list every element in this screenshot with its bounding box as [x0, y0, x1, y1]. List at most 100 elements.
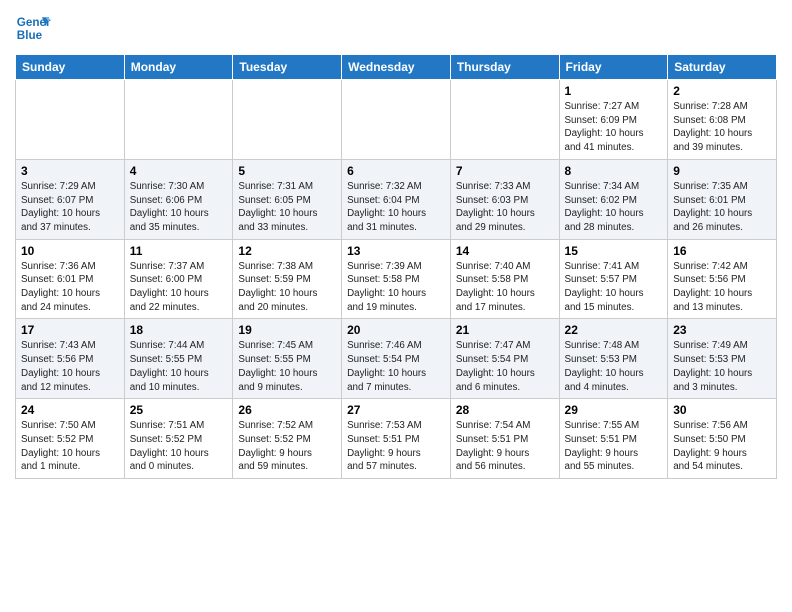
calendar-cell: 16 Sunrise: 7:42 AM Sunset: 5:56 PM Dayli… — [668, 239, 777, 319]
day-info: Sunrise: 7:40 AM Sunset: 5:58 PM Dayligh… — [456, 260, 554, 315]
calendar-week-row: 17 Sunrise: 7:43 AM Sunset: 5:56 PM Dayli… — [16, 319, 777, 399]
calendar-cell — [16, 80, 125, 160]
day-info: Sunrise: 7:30 AM Sunset: 6:06 PM Dayligh… — [130, 180, 228, 235]
day-info: Sunrise: 7:29 AM Sunset: 6:07 PM Dayligh… — [21, 180, 119, 235]
day-number: 17 — [21, 323, 119, 337]
calendar-cell: 11 Sunrise: 7:37 AM Sunset: 6:00 PM Dayli… — [124, 239, 233, 319]
calendar-cell: 10Sunrise: 7:36 AM Sunset: 6:01 PM Dayli… — [16, 239, 125, 319]
day-number: 18 — [130, 323, 228, 337]
day-info: Sunrise: 7:52 AM Sunset: 5:52 PM Dayligh… — [238, 419, 336, 474]
day-info: Sunrise: 7:47 AM Sunset: 5:54 PM Dayligh… — [456, 339, 554, 394]
calendar-cell: 9 Sunrise: 7:35 AM Sunset: 6:01 PM Daylig… — [668, 159, 777, 239]
day-number: 22 — [565, 323, 663, 337]
calendar-cell: 22 Sunrise: 7:48 AM Sunset: 5:53 PM Dayli… — [559, 319, 668, 399]
day-number: 15 — [565, 244, 663, 258]
day-number: 29 — [565, 403, 663, 417]
day-info: Sunrise: 7:43 AM Sunset: 5:56 PM Dayligh… — [21, 339, 119, 394]
day-number: 26 — [238, 403, 336, 417]
day-number: 24 — [21, 403, 119, 417]
day-number: 27 — [347, 403, 445, 417]
day-number: 11 — [130, 244, 228, 258]
weekday-header-row: SundayMondayTuesdayWednesdayThursdayFrid… — [16, 55, 777, 80]
day-info: Sunrise: 7:27 AM Sunset: 6:09 PM Dayligh… — [565, 100, 663, 155]
day-info: Sunrise: 7:44 AM Sunset: 5:55 PM Dayligh… — [130, 339, 228, 394]
day-info: Sunrise: 7:56 AM Sunset: 5:50 PM Dayligh… — [673, 419, 771, 474]
calendar-cell: 6 Sunrise: 7:32 AM Sunset: 6:04 PM Daylig… — [342, 159, 451, 239]
day-number: 23 — [673, 323, 771, 337]
calendar-week-row: 24Sunrise: 7:50 AM Sunset: 5:52 PM Dayli… — [16, 399, 777, 479]
weekday-header-monday: Monday — [124, 55, 233, 80]
day-info: Sunrise: 7:38 AM Sunset: 5:59 PM Dayligh… — [238, 260, 336, 315]
calendar-cell: 24Sunrise: 7:50 AM Sunset: 5:52 PM Dayli… — [16, 399, 125, 479]
day-number: 3 — [21, 164, 119, 178]
day-info: Sunrise: 7:53 AM Sunset: 5:51 PM Dayligh… — [347, 419, 445, 474]
calendar-cell: 23 Sunrise: 7:49 AM Sunset: 5:53 PM Dayli… — [668, 319, 777, 399]
calendar-cell: 4 Sunrise: 7:30 AM Sunset: 6:06 PM Daylig… — [124, 159, 233, 239]
calendar-cell: 27 Sunrise: 7:53 AM Sunset: 5:51 PM Dayli… — [342, 399, 451, 479]
day-info: Sunrise: 7:48 AM Sunset: 5:53 PM Dayligh… — [565, 339, 663, 394]
weekday-header-tuesday: Tuesday — [233, 55, 342, 80]
day-info: Sunrise: 7:28 AM Sunset: 6:08 PM Dayligh… — [673, 100, 771, 155]
weekday-header-friday: Friday — [559, 55, 668, 80]
calendar-week-row: 3 Sunrise: 7:29 AM Sunset: 6:07 PM Daylig… — [16, 159, 777, 239]
calendar-cell: 2 Sunrise: 7:28 AM Sunset: 6:08 PM Daylig… — [668, 80, 777, 160]
calendar-cell: 30 Sunrise: 7:56 AM Sunset: 5:50 PM Dayli… — [668, 399, 777, 479]
day-number: 4 — [130, 164, 228, 178]
calendar-cell: 3 Sunrise: 7:29 AM Sunset: 6:07 PM Daylig… — [16, 159, 125, 239]
calendar-cell: 20Sunrise: 7:46 AM Sunset: 5:54 PM Dayli… — [342, 319, 451, 399]
day-info: Sunrise: 7:39 AM Sunset: 5:58 PM Dayligh… — [347, 260, 445, 315]
day-info: Sunrise: 7:54 AM Sunset: 5:51 PM Dayligh… — [456, 419, 554, 474]
day-number: 21 — [456, 323, 554, 337]
calendar-cell — [124, 80, 233, 160]
day-number: 2 — [673, 84, 771, 98]
calendar-cell: 18 Sunrise: 7:44 AM Sunset: 5:55 PM Dayli… — [124, 319, 233, 399]
day-info: Sunrise: 7:51 AM Sunset: 5:52 PM Dayligh… — [130, 419, 228, 474]
day-info: Sunrise: 7:32 AM Sunset: 6:04 PM Dayligh… — [347, 180, 445, 235]
calendar-cell: 1 Sunrise: 7:27 AM Sunset: 6:09 PM Daylig… — [559, 80, 668, 160]
day-number: 14 — [456, 244, 554, 258]
calendar-cell: 8Sunrise: 7:34 AM Sunset: 6:02 PM Daylig… — [559, 159, 668, 239]
calendar-table: SundayMondayTuesdayWednesdayThursdayFrid… — [15, 54, 777, 479]
day-info: Sunrise: 7:35 AM Sunset: 6:01 PM Dayligh… — [673, 180, 771, 235]
calendar-cell: 19 Sunrise: 7:45 AM Sunset: 5:55 PM Dayli… — [233, 319, 342, 399]
calendar-cell: 15Sunrise: 7:41 AM Sunset: 5:57 PM Dayli… — [559, 239, 668, 319]
calendar-cell: 7 Sunrise: 7:33 AM Sunset: 6:03 PM Daylig… — [450, 159, 559, 239]
calendar-cell: 28 Sunrise: 7:54 AM Sunset: 5:51 PM Dayli… — [450, 399, 559, 479]
day-number: 12 — [238, 244, 336, 258]
day-info: Sunrise: 7:36 AM Sunset: 6:01 PM Dayligh… — [21, 260, 119, 315]
calendar-cell — [450, 80, 559, 160]
calendar-cell: 21 Sunrise: 7:47 AM Sunset: 5:54 PM Dayli… — [450, 319, 559, 399]
logo: General Blue — [15, 10, 51, 46]
page: General Blue SundayMondayTuesdayWednesda… — [0, 0, 792, 489]
day-number: 7 — [456, 164, 554, 178]
calendar-cell — [342, 80, 451, 160]
day-number: 30 — [673, 403, 771, 417]
day-number: 9 — [673, 164, 771, 178]
day-info: Sunrise: 7:34 AM Sunset: 6:02 PM Dayligh… — [565, 180, 663, 235]
weekday-header-saturday: Saturday — [668, 55, 777, 80]
calendar-week-row: 1 Sunrise: 7:27 AM Sunset: 6:09 PM Daylig… — [16, 80, 777, 160]
logo-icon: General Blue — [15, 10, 51, 46]
day-info: Sunrise: 7:37 AM Sunset: 6:00 PM Dayligh… — [130, 260, 228, 315]
day-number: 1 — [565, 84, 663, 98]
weekday-header-sunday: Sunday — [16, 55, 125, 80]
calendar-cell: 13 Sunrise: 7:39 AM Sunset: 5:58 PM Dayli… — [342, 239, 451, 319]
day-number: 28 — [456, 403, 554, 417]
calendar-cell: 5 Sunrise: 7:31 AM Sunset: 6:05 PM Daylig… — [233, 159, 342, 239]
calendar-cell: 25Sunrise: 7:51 AM Sunset: 5:52 PM Dayli… — [124, 399, 233, 479]
day-info: Sunrise: 7:31 AM Sunset: 6:05 PM Dayligh… — [238, 180, 336, 235]
day-number: 5 — [238, 164, 336, 178]
calendar-cell: 12 Sunrise: 7:38 AM Sunset: 5:59 PM Dayli… — [233, 239, 342, 319]
day-info: Sunrise: 7:33 AM Sunset: 6:03 PM Dayligh… — [456, 180, 554, 235]
day-number: 6 — [347, 164, 445, 178]
day-number: 19 — [238, 323, 336, 337]
weekday-header-thursday: Thursday — [450, 55, 559, 80]
day-info: Sunrise: 7:45 AM Sunset: 5:55 PM Dayligh… — [238, 339, 336, 394]
weekday-header-wednesday: Wednesday — [342, 55, 451, 80]
calendar-cell — [233, 80, 342, 160]
day-number: 20 — [347, 323, 445, 337]
day-number: 16 — [673, 244, 771, 258]
day-info: Sunrise: 7:42 AM Sunset: 5:56 PM Dayligh… — [673, 260, 771, 315]
day-number: 13 — [347, 244, 445, 258]
day-info: Sunrise: 7:49 AM Sunset: 5:53 PM Dayligh… — [673, 339, 771, 394]
